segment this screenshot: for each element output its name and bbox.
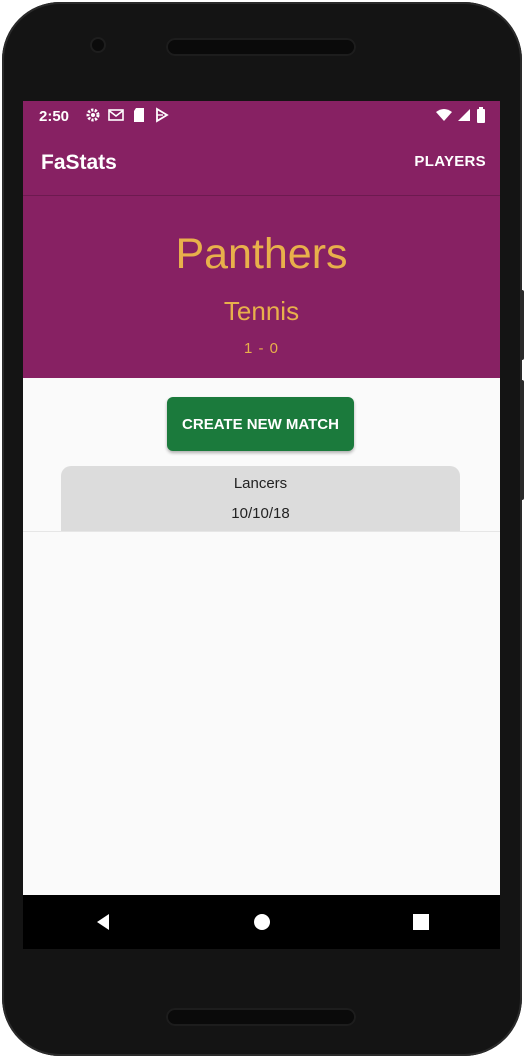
system-status-icons bbox=[436, 107, 486, 123]
create-new-match-button[interactable]: CREATE NEW MATCH bbox=[167, 397, 354, 451]
play-store-icon bbox=[156, 107, 169, 123]
power-button bbox=[520, 290, 524, 360]
status-bar: 2:50 bbox=[23, 101, 500, 131]
app-title: FaStats bbox=[41, 151, 117, 174]
sport-name: Tennis bbox=[223, 296, 300, 326]
list-divider bbox=[23, 531, 500, 532]
recents-icon bbox=[412, 914, 429, 930]
home-button[interactable] bbox=[232, 895, 292, 949]
wifi-icon bbox=[436, 109, 452, 121]
team-record: 1 - 0 bbox=[243, 340, 279, 357]
volume-button bbox=[520, 380, 524, 500]
settings-icon bbox=[86, 108, 100, 122]
notification-icons bbox=[85, 107, 170, 123]
battery-icon bbox=[477, 107, 485, 123]
match-date: 10/10/18 bbox=[231, 505, 290, 522]
match-opponent: Lancers bbox=[233, 475, 288, 492]
back-icon bbox=[96, 914, 109, 930]
earpiece-speaker bbox=[166, 38, 356, 56]
team-header: Panthers Tennis 1 - 0 bbox=[23, 196, 500, 378]
signal-icon bbox=[458, 109, 470, 121]
players-button[interactable]: PLAYERS bbox=[414, 153, 486, 170]
home-icon bbox=[253, 914, 270, 930]
back-button[interactable] bbox=[73, 895, 133, 949]
front-camera bbox=[92, 39, 104, 51]
bottom-speaker bbox=[166, 1008, 356, 1026]
app-bar: FaStats PLAYERS bbox=[23, 131, 500, 196]
app-screen: 2:50 FaStats PLAYERS Panthers Tennis 1 -… bbox=[23, 101, 500, 949]
team-name: Panthers bbox=[175, 230, 348, 278]
recents-button[interactable] bbox=[391, 895, 451, 949]
match-list-item[interactable]: Lancers 10/10/18 bbox=[61, 466, 460, 532]
navigation-bar bbox=[23, 895, 500, 949]
gmail-icon bbox=[108, 109, 124, 121]
sd-card-icon bbox=[134, 108, 144, 122]
status-time: 2:50 bbox=[39, 108, 70, 125]
